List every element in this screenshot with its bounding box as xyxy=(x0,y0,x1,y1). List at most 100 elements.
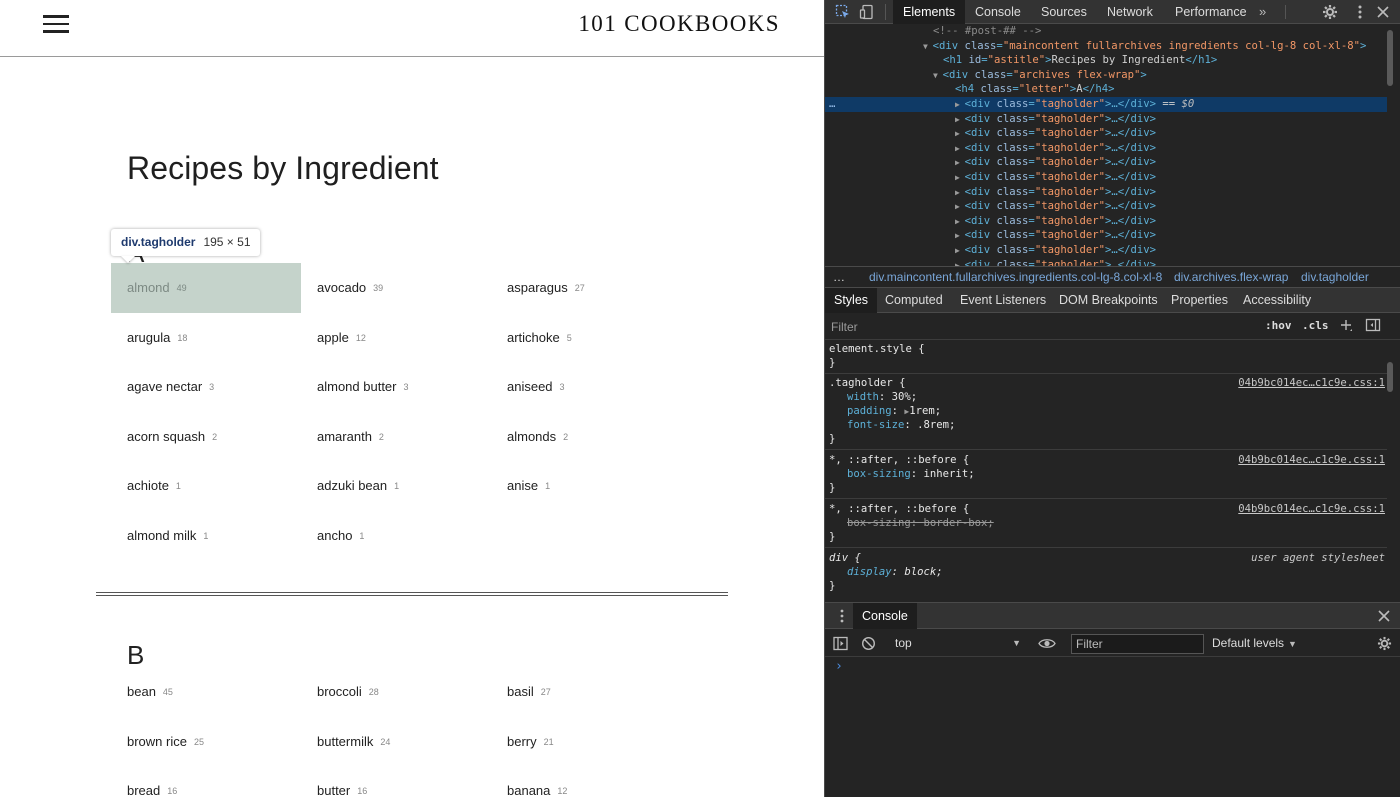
console-sidebar-icon[interactable] xyxy=(833,636,848,651)
drawer-tab-console[interactable]: Console xyxy=(853,603,917,629)
ingredient-tag[interactable]: broccoli 28 xyxy=(301,667,491,717)
close-drawer-icon[interactable] xyxy=(1377,609,1391,623)
rule-source-link[interactable]: 04b9bc014ec…c1c9e.css:1 xyxy=(1238,502,1385,516)
ingredient-tag[interactable]: agave nectar 3 xyxy=(111,362,301,412)
expand-triangle-icon[interactable]: ▶ xyxy=(955,158,965,167)
hamburger-menu-icon[interactable] xyxy=(43,15,69,33)
toggle-sidebar-icon[interactable] xyxy=(1365,317,1381,333)
rule-universal-border-box[interactable]: *, ::after, ::before { 04b9bc014ec…c1c9e… xyxy=(825,499,1387,548)
collapse-triangle-icon[interactable]: ▼ xyxy=(923,42,933,51)
close-icon[interactable] xyxy=(1375,4,1391,20)
subtab-accessibility[interactable]: Accessibility xyxy=(1234,288,1320,313)
ingredient-recipe-count: 39 xyxy=(373,283,384,293)
ingredient-tag[interactable]: almonds 2 xyxy=(491,412,681,462)
ingredient-tag[interactable]: artichoke 5 xyxy=(491,313,681,363)
ingredient-tag[interactable]: banana 12 xyxy=(491,766,681,797)
subtab-dom-breakpoints[interactable]: DOM Breakpoints xyxy=(1050,288,1167,313)
device-toolbar-icon[interactable] xyxy=(859,4,875,20)
hov-toggle[interactable]: :hov xyxy=(1265,319,1292,332)
more-tabs-button[interactable]: » xyxy=(1259,0,1266,24)
dom-node-selected[interactable]: … ▶ <div class="tagholder">…</div> == $0 xyxy=(825,97,1387,112)
dom-tree-scrollbar[interactable] xyxy=(1387,30,1393,86)
expand-triangle-icon[interactable]: ▶ xyxy=(955,115,965,124)
rule-source-link[interactable]: 04b9bc014ec…c1c9e.css:1 xyxy=(1238,376,1385,390)
expand-triangle-icon[interactable]: ▶ xyxy=(955,173,965,182)
ingredient-tag[interactable]: adzuki bean 1 xyxy=(301,461,491,511)
ingredient-tag[interactable]: almond milk 1 xyxy=(111,511,301,561)
breadcrumb-archives[interactable]: div.archives.flex-wrap xyxy=(1174,267,1288,287)
expand-triangle-icon[interactable]: ▶ xyxy=(955,217,965,226)
breadcrumb-maincontent[interactable]: div.maincontent.fullarchives.ingredients… xyxy=(869,267,1162,287)
ingredient-tag[interactable]: butter 16 xyxy=(301,766,491,797)
css-property[interactable]: width: 30%; xyxy=(847,390,917,404)
inspect-element-icon[interactable] xyxy=(835,4,851,20)
eye-icon[interactable] xyxy=(1038,636,1056,651)
ingredient-tag[interactable]: almond butter 3 xyxy=(301,362,491,412)
console-filter-input[interactable] xyxy=(1071,634,1204,654)
cls-toggle[interactable]: .cls xyxy=(1302,319,1329,332)
styles-filter-input[interactable] xyxy=(831,318,1231,336)
ingredient-tag[interactable]: avocado 39 xyxy=(301,263,491,313)
ingredient-tag[interactable]: bread 16 xyxy=(111,766,301,797)
tab-console[interactable]: Console xyxy=(965,0,1031,24)
drawer-menu-icon[interactable] xyxy=(835,608,849,624)
ingredient-tag[interactable]: aniseed 3 xyxy=(491,362,681,412)
css-property[interactable]: padding: ▶1rem; xyxy=(847,404,941,418)
node-actions-ellipsis[interactable]: … xyxy=(829,97,835,112)
console-prompt[interactable]: › xyxy=(835,659,843,674)
ingredient-tag[interactable]: asparagus 27 xyxy=(491,263,681,313)
rule-tagholder[interactable]: .tagholder { 04b9bc014ec…c1c9e.css:1 wid… xyxy=(825,374,1387,450)
expand-triangle-icon[interactable]: ▶ xyxy=(955,231,965,240)
log-levels-dropdown[interactable]: Default levels ▼ xyxy=(1212,634,1297,653)
expand-triangle-icon[interactable]: ▶ xyxy=(955,202,965,211)
context-selector[interactable]: top ▼ xyxy=(895,634,1021,653)
expand-triangle-icon[interactable]: ▶ xyxy=(955,246,965,255)
gear-icon[interactable] xyxy=(1322,4,1338,20)
breadcrumb-overflow[interactable]: … xyxy=(833,267,845,287)
rule-universal-inherit[interactable]: *, ::after, ::before { 04b9bc014ec…c1c9e… xyxy=(825,450,1387,499)
ingredient-recipe-count: 27 xyxy=(574,283,585,293)
tab-network[interactable]: Network xyxy=(1097,0,1163,24)
ingredient-tag[interactable]: amaranth 2 xyxy=(301,412,491,462)
expand-triangle-icon[interactable]: ▶ xyxy=(955,188,965,197)
subtab-computed[interactable]: Computed xyxy=(876,288,952,313)
ingredient-tag[interactable]: brown rice 25 xyxy=(111,717,301,767)
rule-source-link[interactable]: 04b9bc014ec…c1c9e.css:1 xyxy=(1238,453,1385,467)
expand-triangle-icon[interactable]: ▶ xyxy=(955,129,965,138)
rule-element-style[interactable]: element.style { } xyxy=(825,340,1387,374)
clear-console-icon[interactable] xyxy=(861,636,876,651)
tab-sources[interactable]: Sources xyxy=(1031,0,1097,24)
ingredient-tag[interactable]: buttermilk 24 xyxy=(301,717,491,767)
ingredient-tag[interactable]: achiote 1 xyxy=(111,461,301,511)
ingredient-tag[interactable]: ancho 1 xyxy=(301,511,491,561)
ingredient-name: almond xyxy=(127,280,170,295)
tab-elements[interactable]: Elements xyxy=(893,0,966,24)
subtab-properties[interactable]: Properties xyxy=(1162,288,1237,313)
ingredient-tag[interactable]: almond 49 xyxy=(111,263,301,313)
expand-triangle-icon[interactable]: ▶ xyxy=(955,100,965,109)
subtab-styles[interactable]: Styles xyxy=(825,288,878,313)
expand-triangle-icon[interactable]: ▶ xyxy=(955,144,965,153)
css-property[interactable]: font-size: .8rem; xyxy=(847,418,955,432)
ingredient-tag[interactable]: arugula 18 xyxy=(111,313,301,363)
subtab-event-listeners[interactable]: Event Listeners xyxy=(951,288,1055,313)
styles-scrollbar[interactable] xyxy=(1387,362,1393,392)
css-property[interactable]: box-sizing: inherit; xyxy=(847,467,975,481)
kebab-menu-icon[interactable] xyxy=(1352,4,1368,20)
site-logo[interactable]: 101 COOKBOOKS xyxy=(578,11,780,37)
breadcrumb-tagholder[interactable]: div.tagholder xyxy=(1301,267,1369,287)
css-property-overridden[interactable]: box-sizing: border-box; xyxy=(847,516,994,530)
collapse-triangle-icon[interactable]: ▼ xyxy=(933,71,943,80)
ingredient-tag[interactable]: acorn squash 2 xyxy=(111,412,301,462)
css-property[interactable]: display: block; xyxy=(847,565,943,579)
console-settings-gear-icon[interactable] xyxy=(1377,636,1392,651)
ingredient-tag[interactable]: bean 45 xyxy=(111,667,301,717)
new-rule-plus-icon[interactable] xyxy=(1338,317,1354,333)
ingredient-tag[interactable]: apple 12 xyxy=(301,313,491,363)
ingredient-recipe-count: 16 xyxy=(357,786,368,797)
ingredient-tag[interactable]: anise 1 xyxy=(491,461,681,511)
rule-div-user-agent[interactable]: div { user agent stylesheet display: blo… xyxy=(825,548,1387,598)
tab-performance[interactable]: Performance xyxy=(1165,0,1257,24)
ingredient-tag[interactable]: basil 27 xyxy=(491,667,681,717)
ingredient-tag[interactable]: berry 21 xyxy=(491,717,681,767)
